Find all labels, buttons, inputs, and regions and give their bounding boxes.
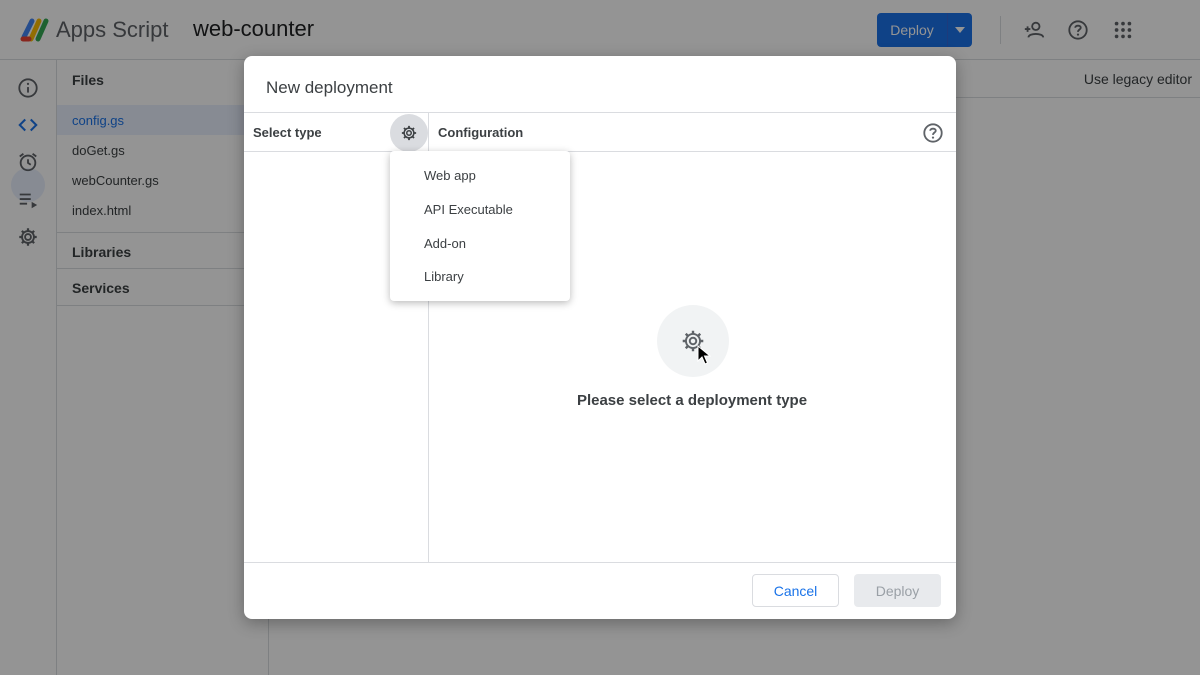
help-icon[interactable]: [922, 122, 944, 144]
mouse-cursor-icon: [697, 345, 711, 365]
deploy-button[interactable]: Deploy: [854, 574, 941, 607]
menu-item-web-app[interactable]: Web app: [390, 158, 570, 192]
dialog-divider: [244, 112, 956, 113]
deployment-type-menu: Web app API Executable Add-on Library: [390, 151, 570, 301]
placeholder-text: Please select a deployment type: [576, 392, 808, 409]
configuration-label: Configuration: [438, 125, 524, 140]
menu-item-library[interactable]: Library: [390, 259, 570, 293]
placeholder-gear-circle: [657, 305, 729, 377]
cancel-button[interactable]: Cancel: [752, 574, 839, 607]
dialog-title: New deployment: [266, 78, 393, 97]
gear-icon: [401, 125, 417, 141]
select-type-label: Select type: [253, 125, 322, 140]
menu-item-add-on[interactable]: Add-on: [390, 226, 570, 260]
select-type-gear-button[interactable]: [390, 114, 428, 152]
menu-item-api-executable[interactable]: API Executable: [390, 192, 570, 226]
dialog-divider: [244, 151, 956, 152]
new-deployment-dialog: New deployment Select type Configuration…: [244, 56, 956, 619]
dialog-footer-divider: [244, 562, 956, 563]
